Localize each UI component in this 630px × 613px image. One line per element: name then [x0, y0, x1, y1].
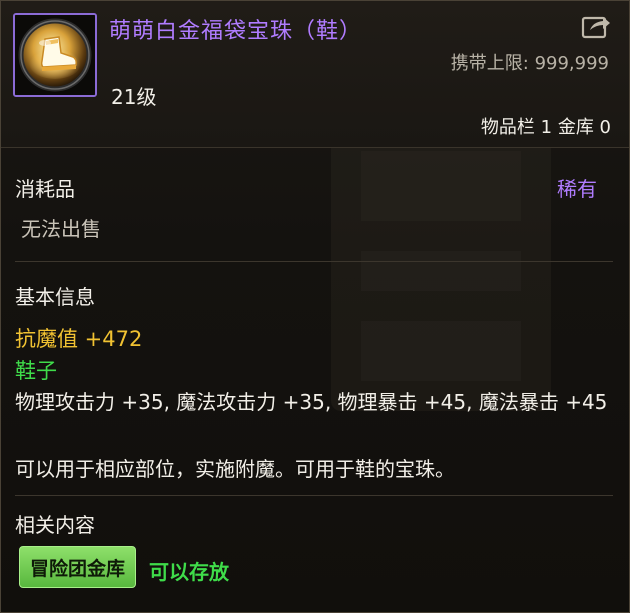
stat-bonuses: 物理攻击力 +35, 魔法攻击力 +35, 物理暴击 +45, 魔法暴击 +45: [15, 390, 608, 414]
storage-count: 物品栏 1 金库 0: [480, 117, 611, 138]
divider: [15, 495, 613, 496]
related-content-title: 相关内容: [15, 513, 95, 537]
item-title: 萌萌白金福袋宝珠（鞋）: [109, 19, 363, 44]
tooltip-header: 萌萌白金福袋宝珠（鞋） 携带上限: 999,999 21级 物品栏 1 金库 0: [1, 1, 629, 148]
sell-status: 无法出售: [21, 217, 101, 241]
usage-description: 可以用于相应部位，实施附魔。可用于鞋的宝珠。: [15, 457, 455, 481]
vault-status: 可以存放: [149, 560, 229, 584]
item-level: 21级: [111, 85, 157, 109]
carry-limit-label: 携带上限:: [450, 53, 529, 74]
item-rarity: 稀有: [557, 177, 597, 201]
item-icon-frame: [13, 13, 97, 97]
item-type: 消耗品: [15, 177, 75, 201]
share-arrow-icon: [581, 16, 610, 39]
carry-limit-value: 999,999: [534, 53, 609, 74]
equip-slot: 鞋子: [15, 359, 57, 383]
basic-info-title: 基本信息: [15, 285, 95, 309]
share-button[interactable]: [581, 11, 611, 39]
magic-resist-stat: 抗魔值 +472: [15, 327, 143, 351]
adventure-vault-tag[interactable]: 冒险团金库: [19, 546, 137, 588]
carry-limit: 携带上限: 999,999: [451, 49, 609, 75]
divider: [15, 261, 613, 262]
item-tooltip: 萌萌白金福袋宝珠（鞋） 携带上限: 999,999 21级 物品栏 1 金库 0…: [0, 0, 630, 613]
boot-orb-icon: [15, 15, 95, 95]
